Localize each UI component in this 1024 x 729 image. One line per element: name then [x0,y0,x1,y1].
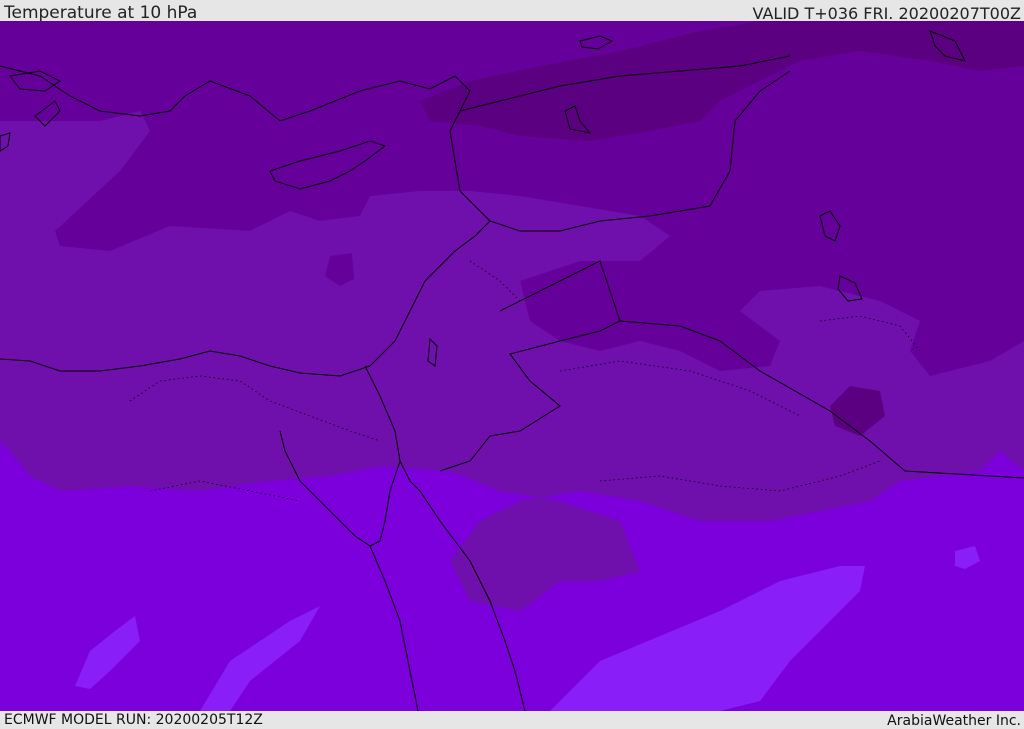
model-run: ECMWF MODEL RUN: 20200205T12Z [4,712,263,728]
header-bar: Temperature at 10 hPa VALID T+036 FRI. 2… [0,0,1024,23]
weather-map[interactable] [0,21,1024,711]
brand-label: ArabiaWeather Inc. [887,713,1021,729]
footer-bar: ECMWF MODEL RUN: 20200205T12Z ArabiaWeat… [0,711,1024,729]
map-title: Temperature at 10 hPa [4,3,198,23]
